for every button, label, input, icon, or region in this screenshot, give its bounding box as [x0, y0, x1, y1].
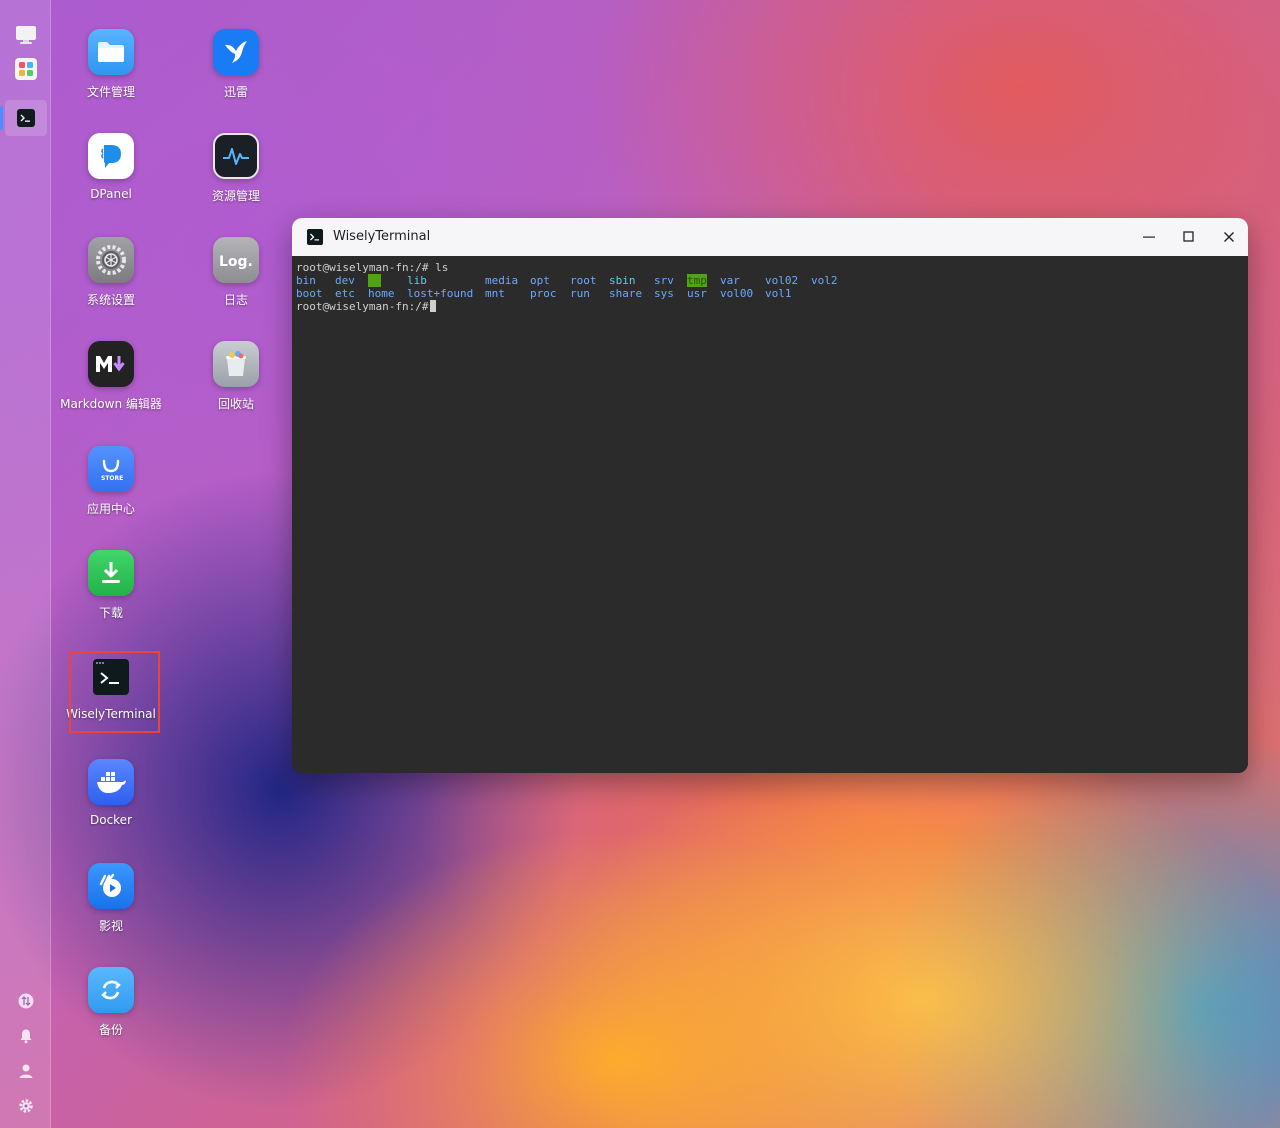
- ls-row-1: bin dev lib media opt root sbin srv tmp var vol02…: [296, 274, 1244, 287]
- app-docker[interactable]: Docker: [56, 759, 166, 827]
- app-recycle-bin[interactable]: 回收站: [181, 341, 291, 412]
- app-label: Markdown 编辑器: [60, 397, 162, 411]
- ls-entry: mnt: [485, 287, 505, 300]
- store-icon: STORE: [88, 446, 134, 492]
- ls-entry: vol2: [811, 274, 838, 287]
- minimize-icon: [1143, 236, 1155, 238]
- ls-entry: lost+found: [407, 287, 474, 300]
- transfer-icon[interactable]: [17, 992, 35, 1010]
- app-label: 日志: [223, 293, 248, 307]
- ls-entry: vol1: [765, 287, 792, 300]
- svg-text:Log.: Log.: [219, 254, 253, 270]
- ls-entry: home: [368, 287, 395, 300]
- app-resource-manager[interactable]: 资源管理: [181, 133, 291, 204]
- dock-item-terminal[interactable]: [0, 100, 47, 136]
- user-icon[interactable]: [17, 1062, 35, 1080]
- close-icon: [1224, 232, 1234, 242]
- maximize-button[interactable]: [1174, 225, 1204, 249]
- app-label: Docker: [89, 813, 133, 827]
- ls-entry: dev: [335, 274, 355, 287]
- app-label: 备份: [98, 1023, 123, 1037]
- app-label: 回收站: [217, 397, 254, 411]
- terminal-icon: [307, 229, 323, 245]
- ls-entry: bin: [296, 274, 316, 287]
- ls-entry: lib: [407, 274, 427, 287]
- ls-entry: root: [570, 274, 597, 287]
- video-icon: [88, 863, 134, 909]
- app-label: 系统设置: [86, 293, 135, 307]
- ls-entry: share: [609, 287, 643, 300]
- ls-entry: srv: [654, 274, 674, 287]
- terminal-output[interactable]: root@wiselyman-fn:/# ls bin dev lib media o…: [292, 256, 1248, 773]
- app-grid-icon[interactable]: [14, 57, 38, 81]
- terminal-line: root@wiselyman-fn:/# ls: [296, 261, 449, 274]
- app-video[interactable]: 影视: [56, 863, 166, 934]
- minimize-button[interactable]: [1134, 225, 1164, 249]
- app-backup[interactable]: 备份: [56, 967, 166, 1038]
- download-icon: [88, 550, 134, 596]
- app-xunlei[interactable]: 迅雷: [181, 29, 291, 100]
- ls-entry: tmp: [687, 274, 707, 287]
- app-label: 影视: [98, 919, 123, 933]
- bird-icon: [213, 29, 259, 75]
- app-file-manager[interactable]: 文件管理: [56, 29, 166, 100]
- docker-icon: [88, 759, 134, 805]
- ls-entry: run: [570, 287, 590, 300]
- ls-entry: vol00: [720, 287, 754, 300]
- app-label: 迅雷: [223, 85, 248, 99]
- backup-icon: [88, 967, 134, 1013]
- svg-text:STORE: STORE: [101, 475, 123, 482]
- terminal-prompt: root@wiselyman-fn:/#: [296, 300, 429, 313]
- dpanel-icon: [88, 133, 134, 179]
- app-dpanel[interactable]: DPanel: [56, 133, 166, 201]
- folder-icon: [88, 29, 134, 75]
- maximize-icon: [1183, 231, 1194, 242]
- ls-entry: sys: [654, 287, 674, 300]
- ls-entry: sbin: [609, 274, 636, 287]
- ls-entry: etc: [335, 287, 355, 300]
- app-system-settings[interactable]: 系统设置: [56, 237, 166, 308]
- terminal-cursor: [430, 300, 437, 312]
- app-label: 下载: [98, 606, 123, 620]
- ls-entry: [368, 274, 382, 287]
- app-markdown-editor[interactable]: Markdown 编辑器: [56, 341, 166, 412]
- ls-entry: media: [485, 274, 519, 287]
- markdown-icon: [88, 341, 134, 387]
- terminal-window[interactable]: WiselyTerminal root@wiselyman-fn:/# ls b…: [292, 218, 1248, 773]
- app-logs[interactable]: Log. 日志: [181, 237, 291, 308]
- terminal-line: root@wiselyman-fn:/#: [296, 300, 1244, 313]
- app-label: 文件管理: [86, 85, 135, 99]
- bell-icon[interactable]: [17, 1027, 35, 1045]
- app-download[interactable]: 下载: [56, 550, 166, 621]
- window-titlebar[interactable]: WiselyTerminal: [292, 218, 1248, 256]
- app-app-center[interactable]: STORE 应用中心: [56, 446, 166, 517]
- gear-icon: [88, 237, 134, 283]
- ls-row-2: boot etc home lost+found mnt proc run share sys u…: [296, 287, 1244, 300]
- window-title: WiselyTerminal: [333, 229, 431, 244]
- selection-highlight: [69, 651, 160, 733]
- gear-icon[interactable]: [17, 1097, 35, 1115]
- trash-icon: [213, 341, 259, 387]
- app-label: DPanel: [90, 187, 132, 201]
- ls-entry: usr: [687, 287, 707, 300]
- close-button[interactable]: [1214, 225, 1244, 249]
- terminal-icon: [17, 109, 35, 127]
- app-label: 资源管理: [211, 189, 260, 203]
- log-icon: Log.: [213, 237, 259, 283]
- desktop-icon[interactable]: [14, 23, 38, 47]
- ls-entry: proc: [530, 287, 557, 300]
- ls-entry: boot: [296, 287, 323, 300]
- left-dock: [0, 0, 51, 1128]
- activity-icon: [213, 133, 259, 179]
- app-label: 应用中心: [86, 502, 135, 516]
- ls-entry: opt: [530, 274, 550, 287]
- ls-entry: vol02: [765, 274, 799, 287]
- ls-entry: var: [720, 274, 740, 287]
